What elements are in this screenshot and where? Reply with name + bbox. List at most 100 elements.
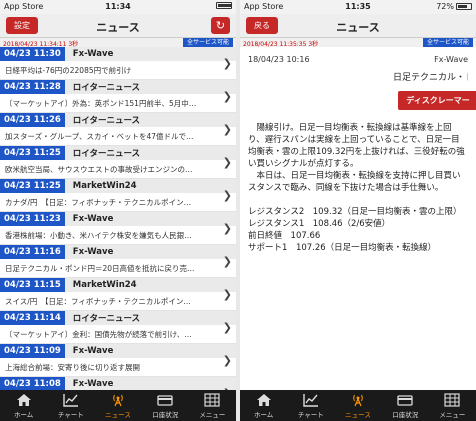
tab-label: 口座状況	[152, 411, 179, 419]
news-item[interactable]: 04/23 11:09 Fx-Wave 上海総合前場：安寄り後に切り返す展開 ❯	[0, 344, 236, 377]
reload-icon[interactable]: ↻	[211, 17, 230, 34]
tab-label: チャート	[297, 411, 324, 419]
tab-grid[interactable]: メニュー	[189, 390, 236, 421]
news-headline: 日足テクニカル・ポンド円＝20日高値を抵抗に戻り売…	[5, 264, 195, 273]
tab-grid[interactable]: メニュー	[429, 390, 476, 421]
news-item[interactable]: 04/23 11:23 Fx-Wave 香港株前場：小動き、米ハイテク株安を嫌気も人…	[0, 212, 236, 245]
nav-bar: 設定 ニュース ↻	[0, 14, 236, 38]
article-date: 18/04/23 10:16	[248, 55, 310, 64]
chevron-right-icon: ❯	[222, 255, 232, 268]
news-item[interactable]: 04/23 11:16 Fx-Wave 日足テクニカル・ポンド円＝20日高値を抵抗に…	[0, 245, 236, 278]
news-item[interactable]: 04/23 11:30 Fx-Wave 日経平均は-76円の22085円で前引け ❯	[0, 47, 236, 80]
news-time: 04/23 11:23	[0, 212, 65, 226]
news-time: 04/23 11:30	[0, 47, 65, 61]
news-headline: 日経平均は-76円の22085円で前引け	[5, 66, 132, 75]
news-time: 04/23 11:28	[0, 80, 65, 94]
wallet-icon	[157, 392, 173, 408]
chevron-right-icon: ❯	[222, 321, 232, 334]
chevron-right-icon: ❯	[222, 288, 232, 301]
status-icons	[216, 2, 232, 9]
news-headline: 〔マーケットアイ〕外為：英ポンド151円前半、5月中…	[5, 99, 197, 108]
news-time: 04/23 11:08	[0, 377, 65, 390]
chevron-right-icon: ❯	[222, 90, 232, 103]
article-meta: 18/04/23 10:16 Fx-Wave	[248, 55, 468, 64]
news-time: 04/23 11:15	[0, 278, 65, 292]
news-headline: 〔マーケットアイ〕金利：国債先物が続落で前引け、…	[5, 330, 192, 339]
news-item[interactable]: 04/23 11:15 MarketWin24 スイス/円 【日足：フィボナッチ・テ…	[0, 278, 236, 311]
tab-house[interactable]: ホーム	[0, 390, 47, 421]
news-item[interactable]: 04/23 11:14 ロイターニュース〔マーケットアイ〕金利：国債先物が続落で前…	[0, 311, 236, 344]
news-headline: 加スターズ・グループ、スカイ・ベットを47億ドルで…	[5, 132, 194, 141]
news-source: MarketWin24	[72, 280, 137, 290]
chevron-right-icon: ❯	[222, 222, 232, 235]
news-item-header: 04/23 11:08 Fx-Wave	[0, 377, 236, 390]
price-level-label: レジスタンス2	[248, 207, 305, 217]
battery-icon	[456, 3, 472, 10]
news-item-header: 04/23 11:15 MarketWin24	[0, 278, 236, 292]
price-level-label: レジスタンス1	[248, 219, 305, 229]
service-status-badge: 全サービス可能	[422, 38, 473, 47]
tab-wallet[interactable]: 口座状況	[142, 390, 189, 421]
tab-label: メニュー	[439, 411, 466, 419]
news-time: 04/23 11:09	[0, 344, 65, 358]
chevron-right-icon: ❯	[222, 354, 232, 367]
price-level-row: サポート1 107.26（日足一目均衡表・転換線）	[248, 242, 468, 254]
news-time: 04/23 11:25	[0, 146, 65, 160]
price-level-row: 前日終値 107.66	[248, 230, 468, 242]
article-source: Fx-Wave	[434, 55, 468, 64]
news-item-header: 04/23 11:26 ロイターニュース	[0, 113, 236, 127]
tab-label: ニュース	[105, 411, 131, 419]
news-source: Fx-Wave	[72, 247, 114, 257]
tab-label: ニュース	[345, 411, 371, 419]
price-level-row: レジスタンス1 108.46（2/6安値）	[248, 218, 468, 230]
news-headline: スイス/円 【日足：フィボナッチ・テクニカルポイン…	[5, 297, 191, 306]
tab-label: ホーム	[253, 411, 274, 419]
tab-chart[interactable]: チャート	[287, 390, 334, 421]
news-item[interactable]: 04/23 11:08Fx-Wave先週からの加ドル売りが一服、加ドル円は84円…	[0, 377, 236, 390]
grid-icon	[444, 392, 461, 408]
news-item[interactable]: 04/23 11:26 ロイターニュース加スターズ・グループ、スカイ・ベットを47…	[0, 113, 236, 146]
chevron-right-icon: ❯	[222, 123, 232, 136]
news-item[interactable]: 04/23 11:25 MarketWin24 カナダ/円 【日足：フィボナッチ・テ…	[0, 179, 236, 212]
news-item-header: 04/23 11:30 Fx-Wave	[0, 47, 236, 61]
tab-bar: ホーム チャート ニュース 口座状況 メニュー	[0, 390, 236, 421]
news-list: 04/23 11:30 Fx-Wave 日経平均は-76円の22085円で前引け ❯ 0…	[0, 47, 236, 390]
chevron-right-icon: ❯	[222, 156, 232, 169]
article-body: 陽線引け。日足一目均衡表・転換線は基準線を上回り、遅行スパンは実線を上回っている…	[248, 122, 468, 194]
info-bar: 2018/04/23 11:34:11 3秒 全サービス可能	[0, 38, 236, 48]
tab-wallet[interactable]: 口座状況	[382, 390, 429, 421]
wallet-icon	[397, 392, 413, 408]
news-item-header: 04/23 11:23 Fx-Wave	[0, 212, 236, 226]
news-source: ロイターニュース	[72, 149, 141, 159]
tab-house[interactable]: ホーム	[240, 390, 287, 421]
article: 18/04/23 10:16 Fx-Wave 日足テクニカル・ド ディスクレーマ…	[240, 47, 476, 254]
news-item-header: 04/23 11:28 ロイターニュース	[0, 80, 236, 94]
tab-label: ホーム	[13, 411, 34, 419]
tab-antenna[interactable]: ニュース	[94, 390, 141, 421]
tab-label: 口座状況	[392, 411, 419, 419]
status-bar: App Store 11:35 72%	[240, 0, 476, 14]
news-item-header: 04/23 11:14 ロイターニュース	[0, 311, 236, 325]
news-source: ロイターニュース	[72, 116, 141, 126]
tab-antenna[interactable]: ニュース	[334, 390, 381, 421]
news-source: Fx-Wave	[72, 379, 114, 389]
news-time: 04/23 11:16	[0, 245, 65, 259]
news-source: Fx-Wave	[72, 346, 114, 356]
tab-label: メニュー	[199, 411, 226, 419]
antenna-icon	[110, 392, 126, 408]
news-source: Fx-Wave	[72, 49, 114, 59]
price-level-label: サポート1	[248, 243, 288, 253]
page-title: ニュース	[96, 21, 140, 34]
battery-icon	[216, 2, 232, 9]
news-item-header: 04/23 11:25 MarketWin24	[0, 179, 236, 193]
info-bar: 2018/04/23 11:35:35 3秒 全サービス可能	[240, 38, 476, 48]
article-paragraph: 本日は、日足一目均衡表・転換線を支持に押し目買いスタンスで臨み、同線を下抜けた場…	[248, 171, 461, 193]
chevron-right-icon: ❯	[222, 189, 232, 202]
news-item[interactable]: 04/23 11:25 ロイターニュース 欧米航空当局、サウスウエストの事故受けエン…	[0, 146, 236, 179]
tab-bar: ホーム チャート ニュース 口座状況 メニュー	[240, 390, 476, 421]
news-item[interactable]: 04/23 11:28 ロイターニュース〔マーケットアイ〕外為：英ポンド151円前…	[0, 80, 236, 113]
tab-chart[interactable]: チャート	[47, 390, 94, 421]
article-title: 日足テクニカル・ド	[393, 73, 468, 83]
disclaimer-button[interactable]: ディスクレーマー	[398, 91, 476, 110]
news-item-header: 04/23 11:09 Fx-Wave	[0, 344, 236, 358]
